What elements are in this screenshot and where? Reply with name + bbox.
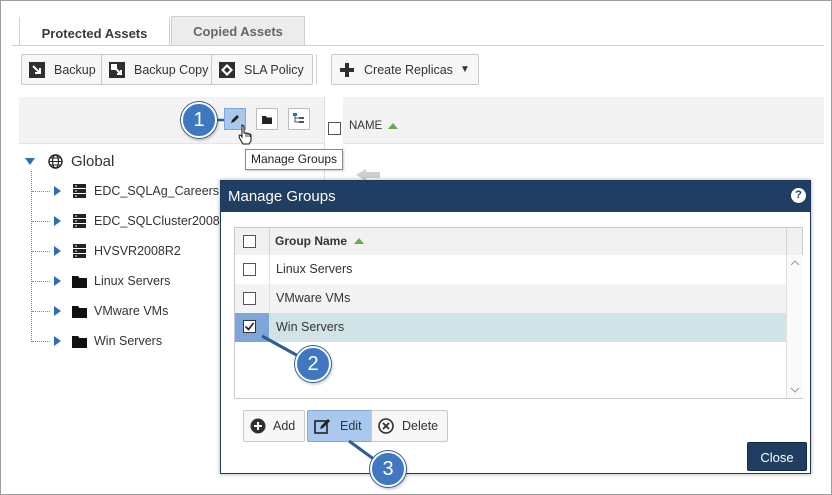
sort-ascending-icon <box>354 238 365 244</box>
tree-panel-header <box>19 97 324 144</box>
group-name-cell: Win Servers <box>276 320 345 334</box>
manage-groups-dialog: Manage Groups ? Group Name Linux Servers… <box>220 180 811 474</box>
plus-icon <box>340 62 354 77</box>
tree-item-label: HVSVR2008R2 <box>94 244 181 258</box>
sla-policy-label: SLA Policy <box>244 62 304 77</box>
table-row-selected[interactable]: Win Servers <box>235 313 786 342</box>
caret-right-icon <box>54 216 61 226</box>
tree-item-linux-servers[interactable]: Linux Servers <box>32 271 170 291</box>
create-replicas-label: Create Replicas <box>364 62 453 77</box>
tree-root-global[interactable]: Global <box>25 151 114 171</box>
backup-copy-icon <box>109 61 125 78</box>
groups-grid-header: Group Name <box>235 228 802 256</box>
group-name-cell: Linux Servers <box>276 262 353 276</box>
server-icon <box>73 243 86 258</box>
delete-circle-icon <box>378 418 394 434</box>
plus-circle-icon <box>250 418 266 434</box>
callout-1: 1 <box>181 102 217 138</box>
tree-item-vmware-vms[interactable]: VMware VMs <box>32 301 168 321</box>
callout-2: 2 <box>295 346 331 382</box>
group-name-cell: VMware VMs <box>276 291 351 305</box>
asset-list-header <box>343 97 824 144</box>
sla-policy-icon <box>219 61 235 78</box>
close-button[interactable]: Close <box>747 442 807 471</box>
backup-button[interactable]: Backup <box>21 54 105 85</box>
hierarchy-icon <box>293 113 304 123</box>
tree-item-label: Win Servers <box>94 334 163 348</box>
row-checkbox-checked[interactable] <box>243 320 256 333</box>
add-label: Add <box>273 419 296 433</box>
add-button[interactable]: Add <box>243 410 306 442</box>
caret-right-icon <box>54 186 61 196</box>
tree-item-label: EDC_SQLAg_Careers <box>94 184 220 198</box>
dialog-title: Manage Groups <box>228 188 336 205</box>
backup-label: Backup <box>54 62 96 77</box>
select-all-groups-checkbox[interactable] <box>243 235 256 248</box>
backup-copy-button[interactable]: Backup Copy <box>101 54 218 85</box>
chevron-down-icon: ▼ <box>459 64 470 75</box>
folder-icon <box>72 335 87 348</box>
folder-icon <box>72 275 87 288</box>
tree-item-hvsvr2008r2[interactable]: HVSVR2008R2 <box>32 241 181 261</box>
tree-item-label: EDC_SQLCluster2008 <box>94 214 220 228</box>
header-checkbox-cell <box>235 228 270 255</box>
header-scroll-spacer <box>786 228 803 255</box>
caret-right-icon <box>54 336 61 346</box>
hierarchy-view-button[interactable] <box>288 108 310 130</box>
tree-root-label: Global <box>71 152 115 170</box>
sla-policy-button[interactable]: SLA Policy <box>211 54 313 85</box>
dialog-title-bar: Manage Groups ? <box>221 181 810 212</box>
tree-item-edc-sqlag-careers[interactable]: EDC_SQLAg_Careers <box>32 181 219 201</box>
row-checkbox[interactable] <box>243 292 256 305</box>
folder-view-button[interactable] <box>256 108 278 130</box>
select-all-checkbox[interactable] <box>328 122 341 135</box>
tab-protected-assets[interactable]: Protected Assets <box>19 16 170 45</box>
toolbar-separator <box>316 54 317 85</box>
tree-item-edc-sqlcluster2008[interactable]: EDC_SQLCluster2008 <box>32 211 220 231</box>
caret-down-icon <box>25 157 35 165</box>
callout-3: 3 <box>370 451 406 487</box>
edit-label: Edit <box>340 419 362 433</box>
folder-icon <box>72 305 87 318</box>
folder-icon <box>262 115 272 124</box>
grid-scrollbar[interactable] <box>786 255 803 398</box>
scroll-up-icon[interactable] <box>787 258 803 268</box>
table-row[interactable]: VMware VMs <box>235 284 786 313</box>
globe-icon <box>48 153 63 169</box>
name-column-label: NAME <box>349 120 383 132</box>
sort-ascending-icon <box>388 123 399 129</box>
delete-label: Delete <box>402 419 439 433</box>
delete-button[interactable]: Delete <box>371 410 449 442</box>
tree-item-label: Linux Servers <box>94 274 171 288</box>
scroll-down-icon[interactable] <box>787 385 803 395</box>
table-row[interactable]: Linux Servers <box>235 255 786 284</box>
row-checkbox[interactable] <box>243 263 256 276</box>
tree-item-win-servers[interactable]: Win Servers <box>32 331 162 351</box>
group-name-column-label: Group Name <box>275 234 348 248</box>
manage-groups-tooltip: Manage Groups <box>245 149 344 170</box>
edit-button[interactable]: Edit <box>307 410 372 442</box>
server-icon <box>73 213 86 228</box>
create-replicas-button[interactable]: Create Replicas ▼ <box>331 54 479 85</box>
hand-cursor-icon <box>238 124 252 145</box>
caret-right-icon <box>54 276 61 286</box>
checkmark-icon <box>244 322 255 331</box>
backup-copy-label: Backup Copy <box>134 62 209 77</box>
caret-right-icon <box>54 246 61 256</box>
group-name-column-header[interactable]: Group Name <box>275 228 365 254</box>
tree-item-label: VMware VMs <box>94 304 169 318</box>
caret-right-icon <box>54 306 61 316</box>
server-icon <box>73 183 86 198</box>
help-icon[interactable]: ? <box>791 188 806 203</box>
tab-copied-assets[interactable]: Copied Assets <box>171 16 305 45</box>
name-column-header[interactable]: NAME <box>349 120 399 132</box>
edit-icon <box>314 418 330 434</box>
tab-divider <box>12 45 824 46</box>
backup-icon <box>29 61 45 78</box>
